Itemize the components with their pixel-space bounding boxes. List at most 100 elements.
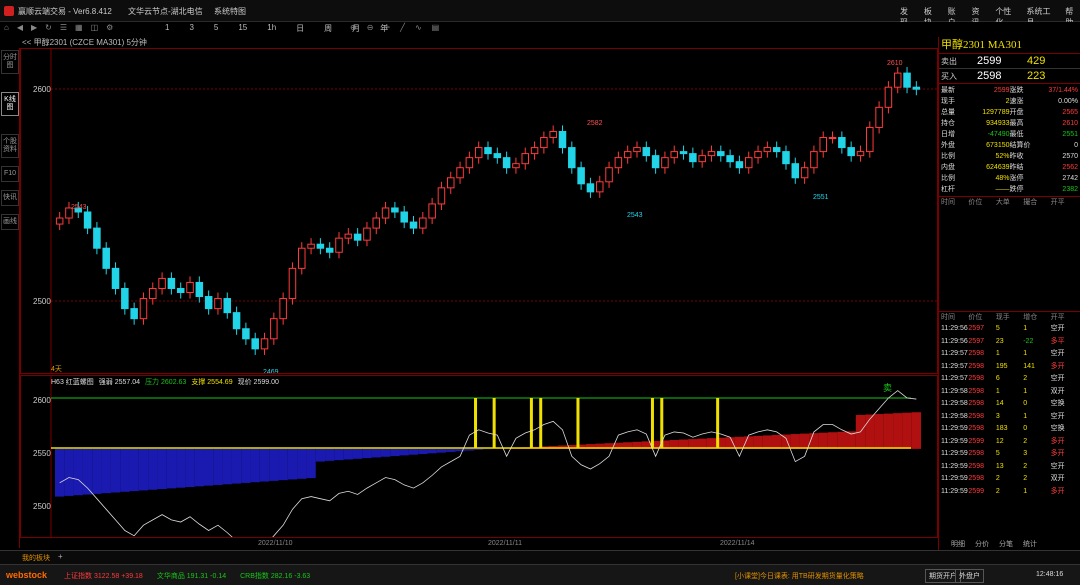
- tab-my-sector[interactable]: 我的板块: [22, 553, 50, 563]
- ask-price[interactable]: 2599: [977, 54, 1027, 68]
- tick-row[interactable]: 11:29:56 2597 5 1 空开: [941, 323, 1078, 336]
- candle-body: [903, 72, 911, 88]
- candle-body: [251, 338, 259, 350]
- candle-body: [344, 233, 353, 239]
- tick-row[interactable]: 11:29:59 2599 2 1 多开: [941, 486, 1078, 499]
- crosshair-icon[interactable]: ✛: [383, 23, 390, 32]
- zoom-in-icon[interactable]: ⊕: [350, 23, 357, 32]
- period-5min[interactable]: 5: [214, 23, 218, 34]
- candle-body: [381, 207, 390, 219]
- candle-body: [754, 151, 762, 159]
- add-tab-button[interactable]: +: [58, 552, 63, 561]
- tick-row[interactable]: 11:29:58 2598 3 1 空开: [941, 411, 1078, 424]
- candle-body: [912, 86, 921, 90]
- indicator-bar: [753, 435, 763, 449]
- candle-body: [707, 151, 716, 157]
- list-icon[interactable]: ☰: [60, 23, 67, 32]
- tab-stats[interactable]: 统计: [1023, 539, 1037, 550]
- indicator-bar: [222, 448, 232, 485]
- tab-detail[interactable]: 明细: [951, 539, 965, 550]
- period-week[interactable]: 周: [324, 23, 332, 34]
- layout-icon[interactable]: ▤: [432, 23, 440, 32]
- candle-body: [614, 157, 623, 169]
- forward-icon[interactable]: ▶: [31, 23, 37, 32]
- tick-row[interactable]: 11:29:59 2598 183 0 空换: [941, 423, 1078, 436]
- indicator-bar: [362, 448, 372, 459]
- indicator-bar: [194, 448, 204, 487]
- tick-row[interactable]: 11:29:57 2598 1 1 空开: [941, 348, 1078, 361]
- candle-body: [856, 151, 865, 157]
- candle-body: [735, 161, 744, 169]
- indicator-bar: [911, 412, 921, 449]
- tab-draw[interactable]: 画线: [1, 214, 19, 230]
- indicator-bar: [259, 448, 270, 482]
- tick-row[interactable]: 11:29:59 2598 5 3 多开: [941, 448, 1078, 461]
- refresh-icon[interactable]: ↻: [45, 23, 52, 32]
- candle-body: [605, 167, 613, 183]
- tick-row[interactable]: 11:29:57 2598 6 2 空开: [941, 373, 1078, 386]
- chart-header[interactable]: << 甲醇2301 (CZCE MA301) 5分钟: [22, 37, 937, 48]
- tab-flash[interactable]: 快讯: [1, 190, 19, 206]
- indicator-bar: [213, 448, 223, 485]
- tick-row[interactable]: 11:29:58 2598 14 0 空换: [941, 398, 1078, 411]
- toolbar: ⌂ ◀ ▶ ↻ ☰ ▦ ◫ ⚙ 1 3 5 15 1h 日 周 月 年 ⊕ ⊖ …: [0, 22, 1080, 35]
- candle-body: [186, 281, 194, 294]
- candle-body: [884, 86, 893, 108]
- candle-body: [456, 167, 464, 179]
- home-icon[interactable]: ⌂: [4, 23, 9, 32]
- system-menu[interactable]: 系统特图: [214, 6, 246, 17]
- kline-chart[interactable]: 2600 2500 2543 2582 2610 2469 2543 2551 …: [20, 48, 938, 374]
- tab-profile[interactable]: 个股资料: [1, 134, 19, 158]
- tick-row[interactable]: 11:29:59 2599 12 2 多开: [941, 436, 1078, 449]
- period-3min[interactable]: 3: [189, 23, 193, 34]
- period-day[interactable]: 日: [296, 23, 304, 34]
- tick-row[interactable]: 11:29:59 2598 2 2 双开: [941, 473, 1078, 486]
- grid-icon[interactable]: ▦: [75, 23, 83, 32]
- quote-bottom-tabs: 明细 分价 分笔 统计: [939, 539, 1080, 550]
- zoom-out-icon[interactable]: ⊖: [367, 23, 374, 32]
- candle-body: [800, 167, 809, 179]
- tab-timeshare[interactable]: 分时图: [1, 50, 19, 74]
- candle-body: [744, 157, 753, 169]
- candle-body: [558, 130, 567, 149]
- tick-row[interactable]: 11:29:57 2598 195 141 多开: [941, 361, 1078, 374]
- indicator-bar: [464, 448, 475, 451]
- tab-kline[interactable]: K线图: [1, 92, 19, 116]
- candle-body: [93, 227, 101, 249]
- candle-body: [698, 155, 706, 163]
- indicator-bar: [148, 448, 158, 490]
- quote-stat-row: 内盘 624639 昨结 2562: [941, 164, 1078, 171]
- server-node[interactable]: 文华云节点-湖北电信: [128, 6, 203, 17]
- ticks-header-top: 时间 价位 大单 撮合 开平: [941, 199, 1065, 206]
- indicator-bar: [287, 448, 298, 480]
- period-15min[interactable]: 15: [238, 23, 247, 34]
- quote-stats: 最新 2599 涨跌 37/1.44% 现手 2 速涨 0.00% 总量 1297789 开盘 256…: [939, 84, 1080, 197]
- draw-line-icon[interactable]: ╱: [400, 23, 405, 32]
- tab-tick-split[interactable]: 分笔: [999, 539, 1013, 550]
- indicator-icon[interactable]: ∿: [415, 23, 422, 32]
- tick-row[interactable]: 11:29:58 2598 1 1 双开: [941, 386, 1078, 399]
- tick-list[interactable]: 11:29:56 2597 5 1 空开 11:29:56 2597 23 -22 多平 11:29…: [939, 323, 1080, 498]
- indicator-bar: [352, 448, 363, 459]
- period-1min[interactable]: 1: [165, 23, 169, 34]
- tab-price-split[interactable]: 分价: [975, 539, 989, 550]
- annotation-low-1: 2469: [263, 369, 279, 373]
- period-1h[interactable]: 1h: [267, 23, 276, 34]
- settings-icon[interactable]: ⚙: [106, 23, 113, 32]
- chart-icon[interactable]: ◫: [91, 23, 99, 32]
- candle-body: [428, 203, 436, 219]
- back-icon[interactable]: ◀: [17, 23, 23, 32]
- candle-body: [111, 267, 120, 289]
- indicator-bar: [325, 448, 335, 461]
- outer-account-button[interactable]: 外盘户: [955, 569, 984, 583]
- sub-ytick-2550: 2550: [33, 449, 51, 458]
- sub-ytick-2600: 2600: [33, 396, 51, 405]
- candle-body: [595, 181, 604, 193]
- news-ticker[interactable]: [小课堂]今日课表: 用TB研发期货量化策略: [735, 571, 864, 581]
- indicator-chart[interactable]: H63 红蓝螺图 强弱 2557.04 压力 2602.63 支撑 2554.6…: [20, 375, 938, 538]
- indicator-bar: [790, 434, 800, 449]
- tick-row[interactable]: 11:29:56 2597 23 -22 多平: [941, 336, 1078, 349]
- tick-row[interactable]: 11:29:59 2598 13 2 空开: [941, 461, 1078, 474]
- tab-f10[interactable]: F10: [1, 166, 19, 182]
- bid-price[interactable]: 2598: [977, 69, 1027, 83]
